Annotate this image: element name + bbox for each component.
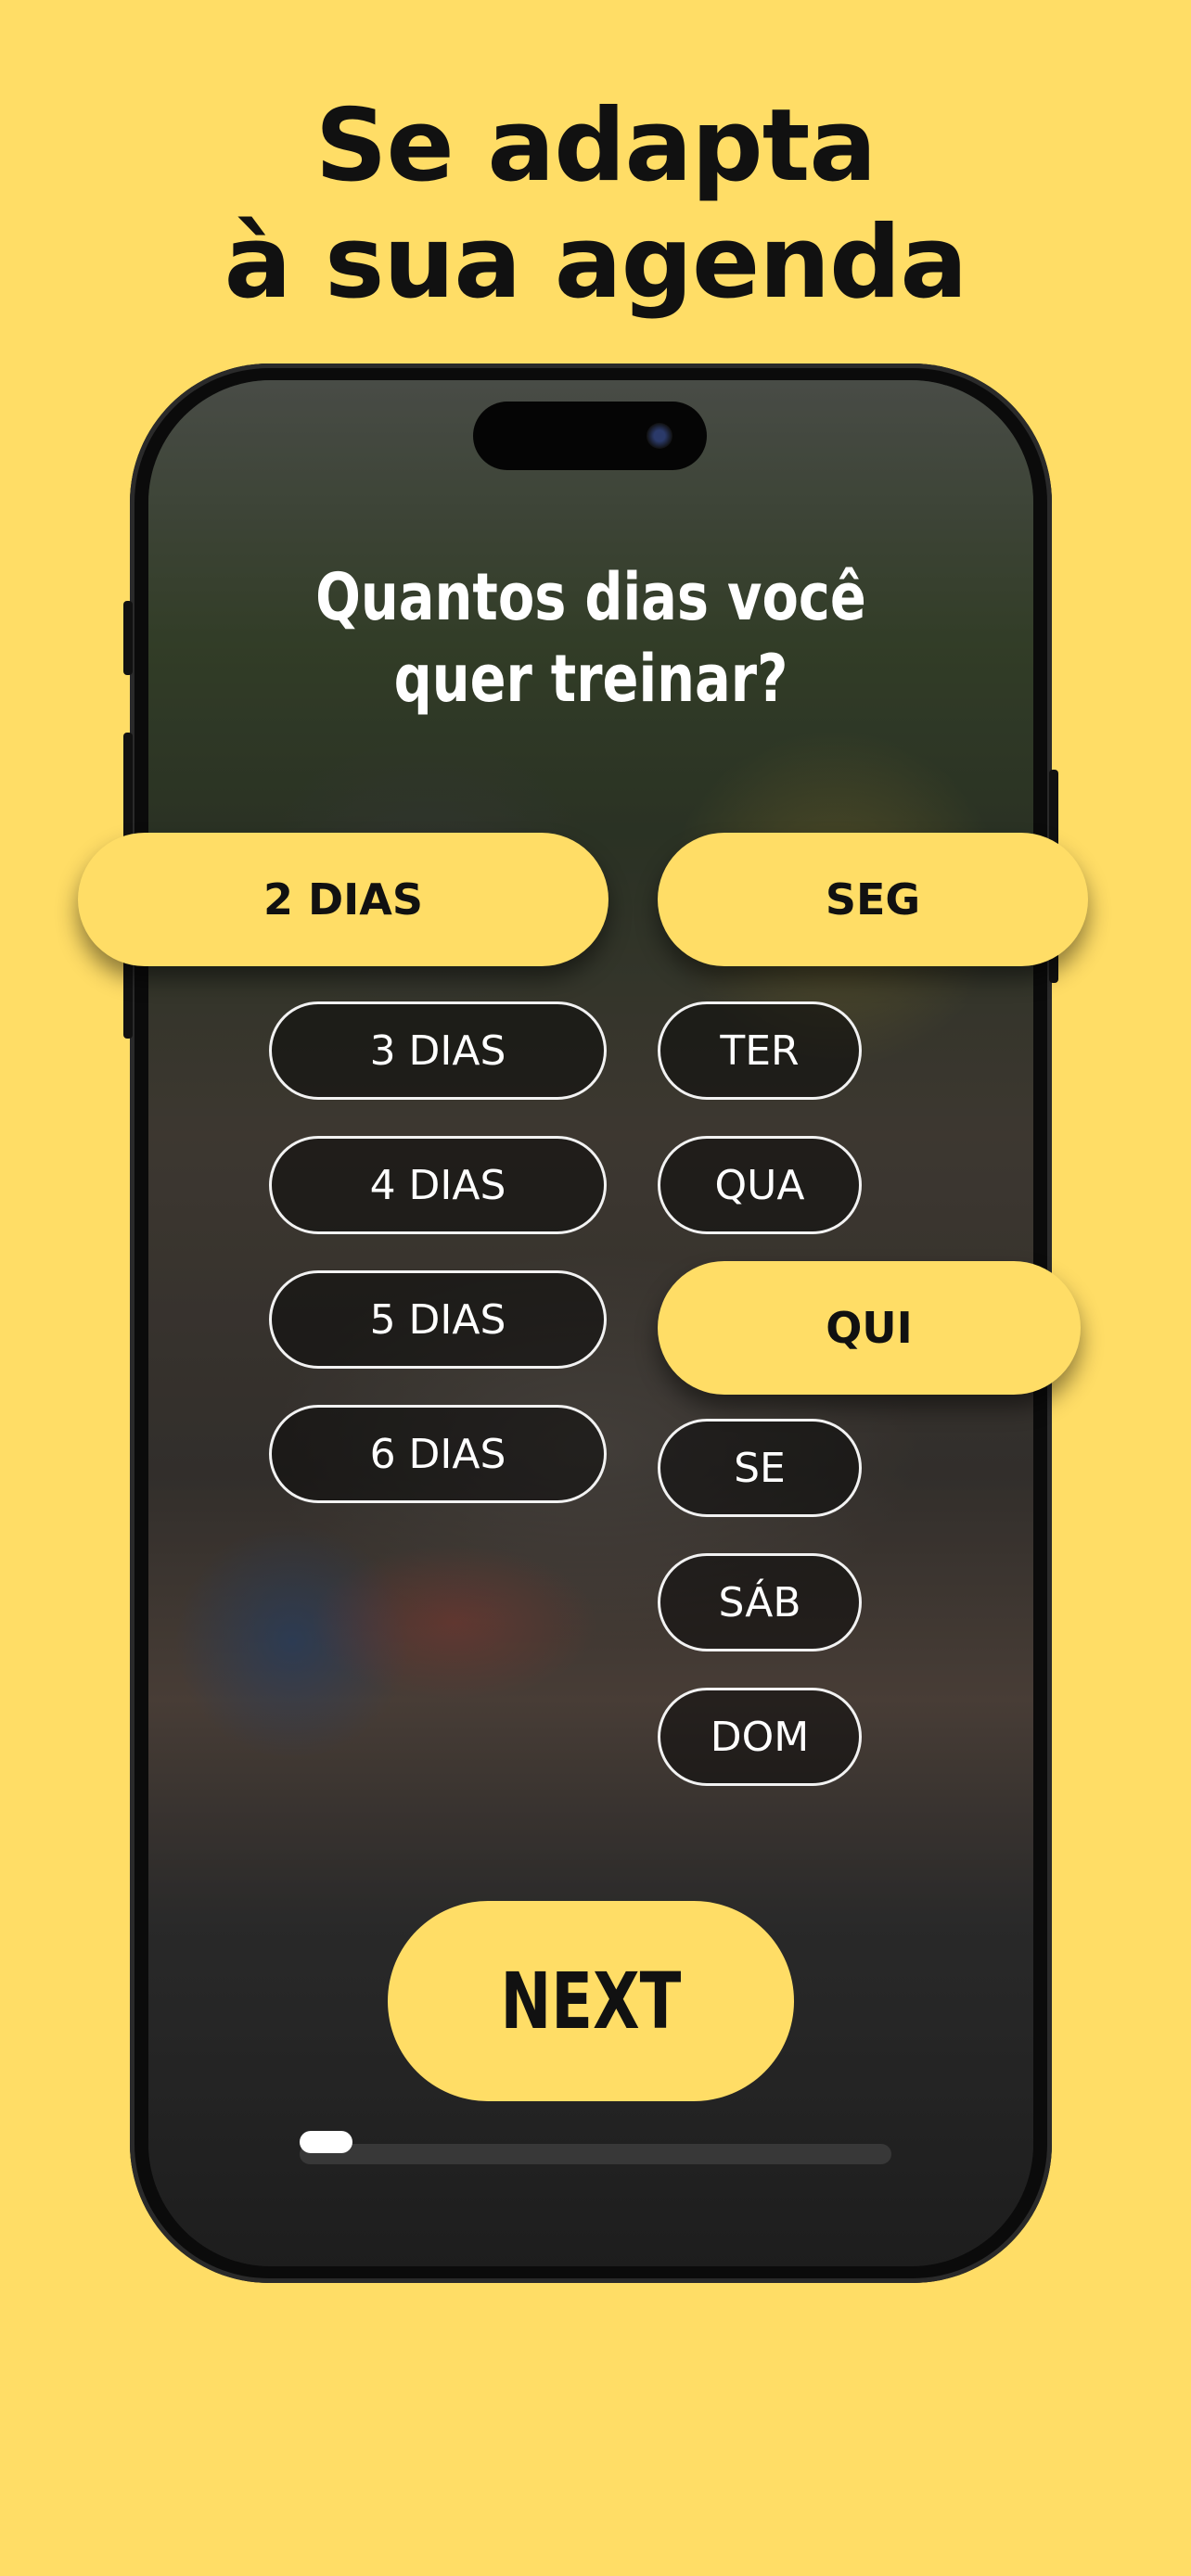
next-button-label: NEXT bbox=[500, 1956, 682, 2047]
question-line-2: quer treinar? bbox=[393, 641, 788, 717]
weekday-ter[interactable]: TER bbox=[658, 1001, 862, 1100]
progress-fill bbox=[300, 2131, 352, 2153]
phone-side-button bbox=[123, 601, 133, 675]
progress-track bbox=[300, 2144, 891, 2164]
weekday-seg[interactable]: SEG bbox=[658, 833, 1088, 966]
headline: Se adapta à sua agenda bbox=[0, 88, 1191, 322]
weekday-dom[interactable]: DOM bbox=[658, 1688, 862, 1786]
camera-icon bbox=[647, 423, 672, 449]
weekday-sab[interactable]: SÁB bbox=[658, 1553, 862, 1651]
weekday-qui[interactable]: QUI bbox=[658, 1261, 1081, 1395]
option-5-dias[interactable]: 5 DIAS bbox=[269, 1270, 607, 1369]
headline-line-2: à sua agenda bbox=[224, 205, 968, 321]
headline-line-1: Se adapta bbox=[314, 88, 877, 204]
weekday-qua[interactable]: QUA bbox=[658, 1136, 862, 1234]
weekday-se[interactable]: SE bbox=[658, 1419, 862, 1517]
option-3-dias[interactable]: 3 DIAS bbox=[269, 1001, 607, 1100]
option-6-dias[interactable]: 6 DIAS bbox=[269, 1405, 607, 1503]
option-4-dias[interactable]: 4 DIAS bbox=[269, 1136, 607, 1234]
question-line-1: Quantos dias você bbox=[315, 559, 866, 635]
next-button[interactable]: NEXT bbox=[388, 1901, 794, 2101]
option-2-dias[interactable]: 2 DIAS bbox=[78, 833, 608, 966]
question-title: Quantos dias você quer treinar? bbox=[228, 556, 954, 720]
